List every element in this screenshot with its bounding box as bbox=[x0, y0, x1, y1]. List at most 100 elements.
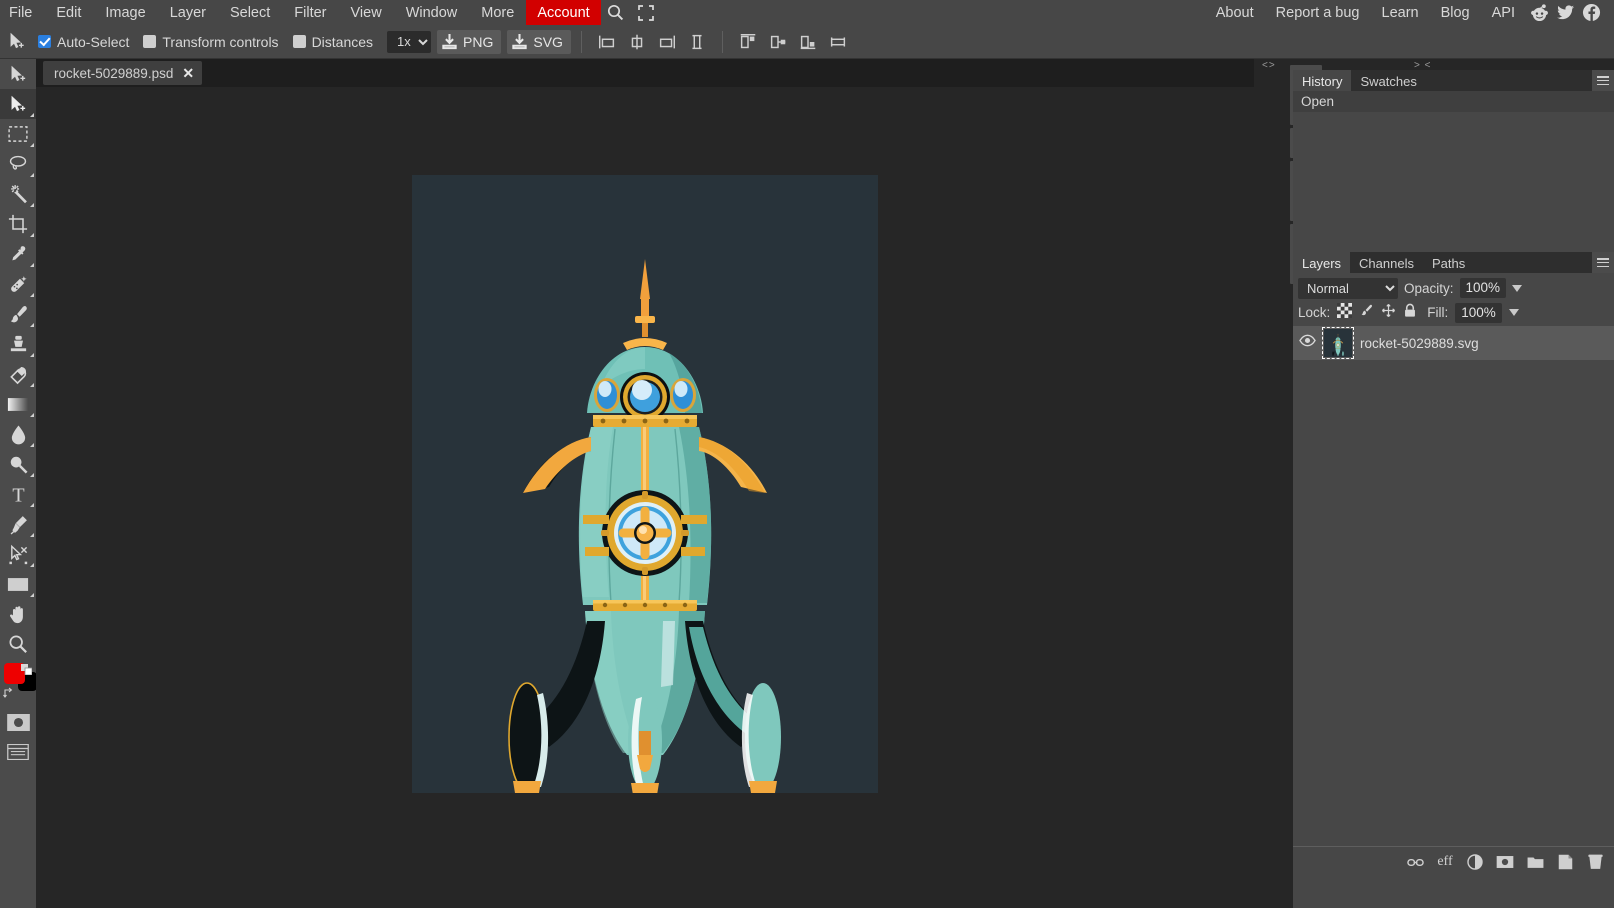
tool-expand-corner[interactable] bbox=[30, 473, 34, 477]
screen-mode-icon[interactable] bbox=[0, 737, 36, 767]
align-middle-vertical-icon[interactable] bbox=[763, 27, 793, 57]
layer-thumbnail[interactable] bbox=[1324, 329, 1352, 357]
tool-lasso[interactable] bbox=[0, 149, 36, 179]
distances-checkbox[interactable] bbox=[293, 35, 306, 48]
table-row[interactable]: rocket-5029889.svg bbox=[1293, 326, 1614, 360]
menu-item-image[interactable]: Image bbox=[93, 1, 157, 25]
tool-expand-corner[interactable] bbox=[30, 203, 34, 207]
canvas-area[interactable] bbox=[36, 87, 1254, 908]
tool-move[interactable] bbox=[0, 59, 36, 89]
menu-item-file[interactable]: File bbox=[0, 1, 44, 25]
distribute-horizontal-icon[interactable] bbox=[823, 27, 853, 57]
tool-expand-corner[interactable] bbox=[30, 593, 34, 597]
fill-dropdown-icon[interactable] bbox=[1509, 309, 1519, 316]
layer-mask-icon[interactable] bbox=[1496, 852, 1514, 872]
menu-item-window[interactable]: Window bbox=[394, 1, 470, 25]
tool-expand-corner[interactable] bbox=[30, 443, 34, 447]
tool-zoom[interactable] bbox=[0, 629, 36, 659]
tab-swatches[interactable]: Swatches bbox=[1351, 70, 1425, 91]
collapse-left-handle[interactable]: <> bbox=[1262, 60, 1276, 71]
opacity-value[interactable]: 100% bbox=[1460, 278, 1507, 298]
tool-path-select[interactable] bbox=[0, 539, 36, 569]
tool-rect-marquee[interactable] bbox=[0, 119, 36, 149]
transform-controls-checkbox-wrap[interactable]: Transform controls bbox=[139, 34, 288, 50]
distances-checkbox-wrap[interactable]: Distances bbox=[289, 34, 383, 50]
align-top-icon[interactable] bbox=[733, 27, 763, 57]
tool-type[interactable]: T bbox=[0, 479, 36, 509]
transform-controls-checkbox[interactable] bbox=[143, 35, 156, 48]
link-api[interactable]: API bbox=[1481, 2, 1526, 24]
tab-paths[interactable]: Paths bbox=[1423, 252, 1474, 273]
lock-transparent-icon[interactable] bbox=[1337, 303, 1352, 323]
swap-colors-icon[interactable] bbox=[3, 686, 15, 698]
tool-expand-corner[interactable] bbox=[30, 293, 34, 297]
tool-expand-corner[interactable] bbox=[30, 503, 34, 507]
tool-eyedropper[interactable] bbox=[0, 239, 36, 269]
menu-item-edit[interactable]: Edit bbox=[44, 1, 93, 25]
fullscreen-icon[interactable] bbox=[631, 0, 661, 25]
tab-layers[interactable]: Layers bbox=[1293, 252, 1350, 273]
tool-clone-stamp[interactable] bbox=[0, 329, 36, 359]
align-bottom-icon[interactable] bbox=[793, 27, 823, 57]
lock-move-icon[interactable] bbox=[1381, 303, 1396, 323]
menu-item-select[interactable]: Select bbox=[218, 1, 282, 25]
tool-expand-corner[interactable] bbox=[30, 233, 34, 237]
tool-expand-corner[interactable] bbox=[30, 173, 34, 177]
quick-mask-icon[interactable] bbox=[0, 707, 36, 737]
tool-expand-corner[interactable] bbox=[30, 323, 34, 327]
blend-mode-select[interactable]: Normal bbox=[1298, 278, 1398, 299]
search-icon[interactable] bbox=[601, 0, 631, 25]
layer-effects-icon[interactable]: eff bbox=[1436, 852, 1454, 872]
default-colors-icon[interactable] bbox=[21, 662, 32, 673]
tool-magic-wand[interactable] bbox=[0, 179, 36, 209]
tool-spot-heal[interactable] bbox=[0, 269, 36, 299]
document-tab[interactable]: rocket-5029889.psd ✕ bbox=[43, 61, 202, 85]
twitter-icon[interactable] bbox=[1552, 0, 1578, 25]
menu-item-view[interactable]: View bbox=[339, 1, 394, 25]
tool-gradient[interactable] bbox=[0, 389, 36, 419]
link-layers-icon[interactable] bbox=[1406, 852, 1424, 872]
panel-menu-icon[interactable] bbox=[1592, 70, 1614, 91]
download-png-button[interactable]: PNG bbox=[437, 30, 501, 54]
zoom-level-select[interactable]: 1x bbox=[387, 31, 431, 53]
tool-expand-corner[interactable] bbox=[30, 533, 34, 537]
tool-expand-corner[interactable] bbox=[30, 383, 34, 387]
distribute-vertical-icon[interactable] bbox=[682, 27, 712, 57]
adjustment-layer-icon[interactable] bbox=[1466, 852, 1484, 872]
history-item-open[interactable]: Open bbox=[1293, 91, 1614, 112]
menu-item-filter[interactable]: Filter bbox=[282, 1, 338, 25]
auto-select-checkbox-wrap[interactable]: Auto-Select bbox=[34, 34, 139, 50]
lock-all-icon[interactable] bbox=[1403, 303, 1417, 323]
link-learn[interactable]: Learn bbox=[1371, 2, 1430, 24]
new-layer-icon[interactable] bbox=[1556, 852, 1574, 872]
tab-channels[interactable]: Channels bbox=[1350, 252, 1423, 273]
tool-expand-corner[interactable] bbox=[30, 263, 34, 267]
align-left-icon[interactable] bbox=[592, 27, 622, 57]
layer-visibility-icon[interactable] bbox=[1299, 334, 1316, 352]
auto-select-checkbox[interactable] bbox=[38, 35, 51, 48]
download-svg-button[interactable]: SVG bbox=[507, 30, 571, 54]
facebook-icon[interactable] bbox=[1578, 0, 1604, 25]
tool-brush[interactable] bbox=[0, 299, 36, 329]
tool-expand-corner[interactable] bbox=[30, 113, 34, 117]
menu-item-layer[interactable]: Layer bbox=[158, 1, 218, 25]
delete-layer-icon[interactable] bbox=[1586, 852, 1604, 872]
account-button[interactable]: Account bbox=[526, 0, 600, 26]
opacity-dropdown-icon[interactable] bbox=[1512, 285, 1522, 292]
panel-menu-icon[interactable] bbox=[1592, 252, 1614, 273]
tool-expand-corner[interactable] bbox=[30, 413, 34, 417]
tool-eraser[interactable] bbox=[0, 359, 36, 389]
reddit-icon[interactable] bbox=[1526, 0, 1552, 25]
link-report-a-bug[interactable]: Report a bug bbox=[1265, 2, 1371, 24]
fill-value[interactable]: 100% bbox=[1455, 303, 1502, 323]
tool-expand-corner[interactable] bbox=[30, 353, 34, 357]
tool-crop[interactable] bbox=[0, 209, 36, 239]
tool-shape[interactable] bbox=[0, 569, 36, 599]
align-center-horizontal-icon[interactable] bbox=[622, 27, 652, 57]
menu-item-more[interactable]: More bbox=[469, 1, 526, 25]
history-list[interactable]: Open bbox=[1293, 91, 1614, 252]
close-icon[interactable]: ✕ bbox=[182, 66, 194, 80]
tool-expand-corner[interactable] bbox=[30, 143, 34, 147]
link-blog[interactable]: Blog bbox=[1430, 2, 1481, 24]
align-right-icon[interactable] bbox=[652, 27, 682, 57]
